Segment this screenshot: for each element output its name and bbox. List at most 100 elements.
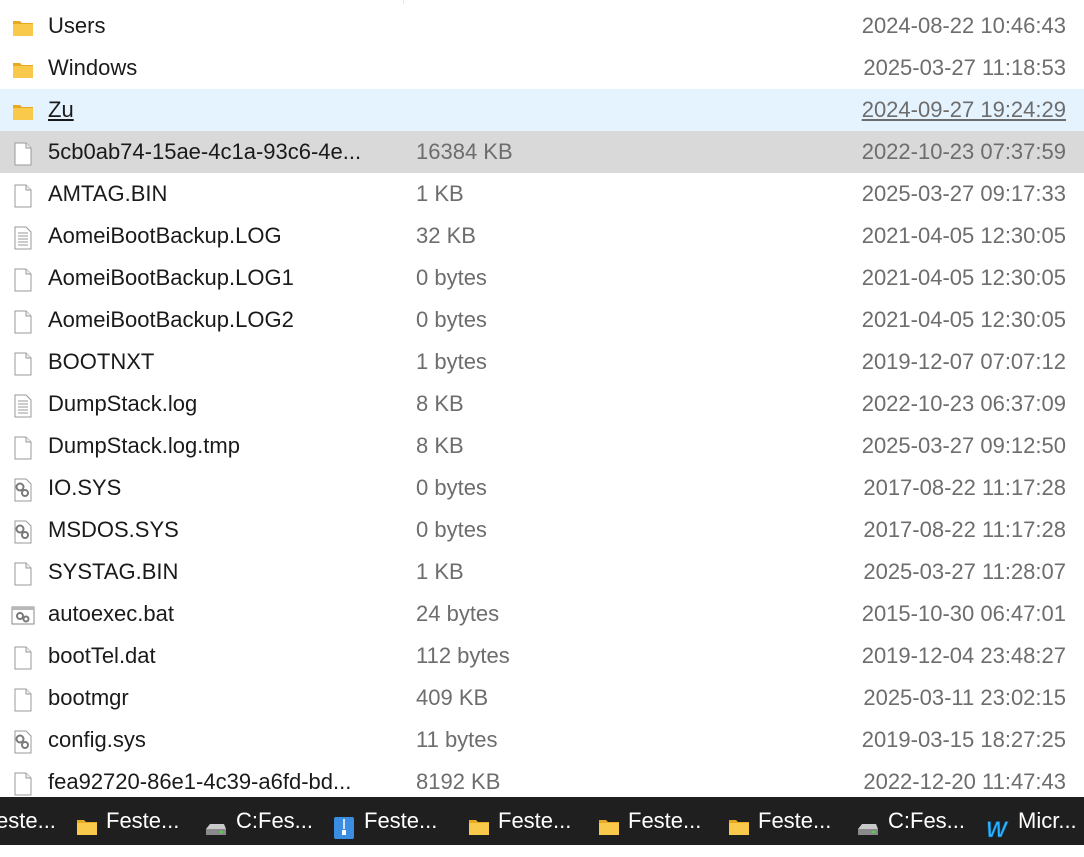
- folder-icon: [74, 809, 98, 835]
- file-row[interactable]: DumpStack.log 8 KB 2022-10-23 06:37:09: [0, 383, 1084, 425]
- file-date-modified: 2024-08-22 10:46:43: [861, 13, 1066, 38]
- file-row[interactable]: 5cb0ab74-15ae-4c1a-93c6-4e... 16384 KB 202…: [0, 131, 1084, 173]
- file-name: AomeiBootBackup.LOG: [48, 223, 282, 248]
- file-name: MSDOS.SYS: [48, 517, 179, 542]
- file-date-modified: 2017-08-22 11:17:28: [863, 517, 1066, 542]
- file-row[interactable]: autoexec.bat 24 bytes 2015-10-30 06:47:01: [0, 593, 1084, 635]
- file-name: Zu: [48, 97, 74, 122]
- file-row[interactable]: AomeiBootBackup.LOG1 0 bytes 2021-04-05 12…: [0, 257, 1084, 299]
- folder-icon: [596, 809, 620, 835]
- file-size: 32 KB: [416, 223, 476, 248]
- file-name: fea92720-86e1-4c39-a6fd-bd...: [48, 769, 352, 794]
- file-size: 16384 KB: [416, 139, 513, 164]
- taskbar-button-label: Micr...: [1018, 808, 1077, 833]
- file-name: bootTel.dat: [48, 643, 156, 668]
- file-icon: [10, 139, 36, 166]
- file-name: AomeiBootBackup.LOG1: [48, 265, 294, 290]
- file-icon: [10, 643, 36, 670]
- file-date-modified: 2024-09-27 19:24:29: [861, 97, 1066, 122]
- file-row[interactable]: Windows 2025-03-27 11:18:53: [0, 47, 1084, 89]
- file-size: 8 KB: [416, 391, 464, 416]
- folder-icon: [466, 809, 490, 835]
- file-date-modified: 2025-03-27 11:28:07: [863, 559, 1066, 584]
- folder-icon: [10, 55, 36, 81]
- file-name: bootmgr: [48, 685, 129, 710]
- taskbar-button-label: C:Fes...: [236, 808, 314, 833]
- file-row[interactable]: bootmgr 409 KB 2025-03-11 23:02:15: [0, 677, 1084, 719]
- file-size: 0 bytes: [416, 307, 487, 332]
- system-file-icon: [10, 727, 36, 754]
- file-date-modified: 2021-04-05 12:30:05: [861, 223, 1066, 248]
- file-date-modified: 2021-04-05 12:30:05: [861, 265, 1066, 290]
- file-row[interactable]: AomeiBootBackup.LOG2 0 bytes 2021-04-05 12…: [0, 299, 1084, 341]
- file-size: 8 KB: [416, 433, 464, 458]
- file-name: DumpStack.log.tmp: [48, 433, 240, 458]
- file-name: Windows: [48, 55, 138, 80]
- file-date-modified: 2022-10-23 07:37:59: [861, 139, 1066, 164]
- file-row[interactable]: MSDOS.SYS 0 bytes 2017-08-22 11:17:28: [0, 509, 1084, 551]
- file-name: autoexec.bat: [48, 601, 174, 626]
- file-size: 112 bytes: [416, 643, 510, 668]
- file-date-modified: 2019-03-15 18:27:25: [861, 727, 1066, 752]
- file-row[interactable]: Users 2024-08-22 10:46:43: [0, 5, 1084, 47]
- file-name: AomeiBootBackup.LOG2: [48, 307, 294, 332]
- file-date-modified: 2015-10-30 06:47:01: [861, 601, 1066, 626]
- file-date-modified: 2025-03-27 11:18:53: [863, 55, 1066, 80]
- file-size: 1 KB: [416, 559, 464, 584]
- file-size: 0 bytes: [416, 475, 487, 500]
- text-file-icon: [10, 391, 36, 418]
- taskbar-button-label: Feste...: [628, 808, 702, 833]
- file-date-modified: 2025-03-11 23:02:15: [863, 685, 1066, 710]
- file-row[interactable]: SYSTAG.BIN 1 KB 2025-03-27 11:28:07: [0, 551, 1084, 593]
- file-name: IO.SYS: [48, 475, 122, 500]
- taskbar: este... Feste... C:Fes... Feste... Feste... F…: [0, 797, 1084, 845]
- file-icon: [10, 265, 36, 292]
- zip-folder-icon: [332, 809, 356, 839]
- file-name: DumpStack.log: [48, 391, 198, 416]
- file-name: config.sys: [48, 727, 146, 752]
- file-date-modified: 2019-12-04 23:48:27: [861, 643, 1066, 668]
- file-size: 11 bytes: [416, 727, 498, 752]
- file-icon: [10, 769, 36, 796]
- file-row[interactable]: IO.SYS 0 bytes 2017-08-22 11:17:28: [0, 467, 1084, 509]
- taskbar-button-label: Feste...: [364, 808, 438, 833]
- system-file-icon: [10, 475, 36, 502]
- file-name: BOOTNXT: [48, 349, 155, 374]
- file-name: Users: [48, 13, 106, 38]
- file-size: 8192 KB: [416, 769, 501, 794]
- file-list: Users 2024-08-22 10:46:43 Windows 2025-03-2…: [0, 0, 1084, 797]
- column-divider: [403, 0, 404, 4]
- file-icon: [10, 559, 36, 586]
- file-date-modified: 2019-12-07 07:07:12: [861, 349, 1066, 374]
- svg-text:W: W: [986, 817, 1009, 840]
- file-name: 5cb0ab74-15ae-4c1a-93c6-4e...: [48, 139, 362, 164]
- text-file-icon: [10, 223, 36, 250]
- file-row[interactable]: Zu 2024-09-27 19:24:29: [0, 89, 1084, 131]
- file-size: 409 KB: [416, 685, 489, 710]
- file-date-modified: 2021-04-05 12:30:05: [861, 307, 1066, 332]
- drive-icon: [856, 809, 880, 835]
- file-size: 0 bytes: [416, 517, 487, 542]
- file-icon: [10, 685, 36, 712]
- file-row[interactable]: AomeiBootBackup.LOG 32 KB 2021-04-05 12:30…: [0, 215, 1084, 257]
- file-icon: [10, 307, 36, 334]
- batch-file-icon: [10, 601, 36, 627]
- file-row[interactable]: DumpStack.log.tmp 8 KB 2025-03-27 09:12:50: [0, 425, 1084, 467]
- drive-icon: [204, 809, 228, 835]
- file-row[interactable]: bootTel.dat 112 bytes 2019-12-04 23:48:27: [0, 635, 1084, 677]
- file-name: AMTAG.BIN: [48, 181, 168, 206]
- taskbar-button-label: Feste...: [758, 808, 832, 833]
- file-row[interactable]: AMTAG.BIN 1 KB 2025-03-27 09:17:33: [0, 173, 1084, 215]
- file-size: 24 bytes: [416, 601, 500, 626]
- folder-icon: [10, 13, 36, 39]
- file-size: 0 bytes: [416, 265, 487, 290]
- file-date-modified: 2022-10-23 06:37:09: [861, 391, 1066, 416]
- file-date-modified: 2017-08-22 11:17:28: [863, 475, 1066, 500]
- file-name: SYSTAG.BIN: [48, 559, 179, 584]
- file-icon: [10, 349, 36, 376]
- file-row[interactable]: config.sys 11 bytes 2019-03-15 18:27:25: [0, 719, 1084, 761]
- file-row[interactable]: fea92720-86e1-4c39-a6fd-bd... 8192 KB 2022…: [0, 761, 1084, 797]
- file-row[interactable]: BOOTNXT 1 bytes 2019-12-07 07:07:12: [0, 341, 1084, 383]
- file-icon: [10, 433, 36, 460]
- taskbar-button-label: Feste...: [498, 808, 572, 833]
